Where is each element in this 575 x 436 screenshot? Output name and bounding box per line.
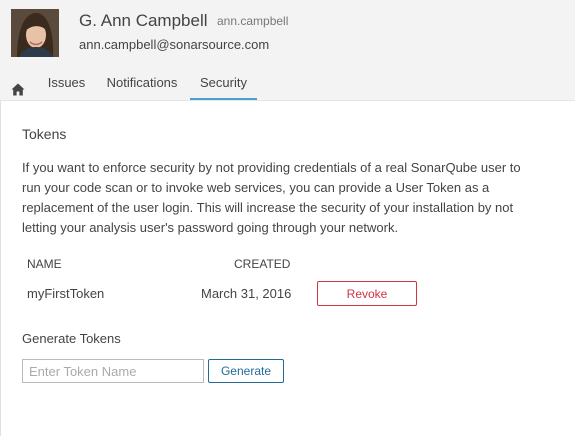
tab-home[interactable] [4,67,32,100]
token-created-date: March 31, 2016 [201,286,292,301]
user-name: G. Ann Campbell [79,11,208,30]
tokens-description: If you want to enforce security by not p… [22,160,521,235]
tab-issues[interactable]: Issues [38,67,95,100]
account-tabs: Issues Notifications Security [0,67,575,101]
user-avatar [11,9,59,57]
tokens-title: Tokens [22,126,67,142]
generate-button[interactable]: Generate [208,359,284,383]
tab-security[interactable]: Security [190,67,257,100]
user-email: ann.campbell@sonarsource.com [79,37,270,52]
token-name: myFirstToken [27,286,105,301]
column-header-name: NAME [27,257,62,271]
security-panel: Tokens If you want to enforce security b… [0,100,575,436]
user-login: ann.campbell [217,14,289,28]
token-name-input[interactable] [22,359,204,383]
column-header-created: CREATED [234,257,291,271]
generate-tokens-title: Generate Tokens [22,331,121,346]
revoke-button[interactable]: Revoke [317,281,417,306]
account-header: G. Ann Campbell ann.campbell ann.campbel… [0,0,575,100]
tab-notifications[interactable]: Notifications [97,67,187,100]
